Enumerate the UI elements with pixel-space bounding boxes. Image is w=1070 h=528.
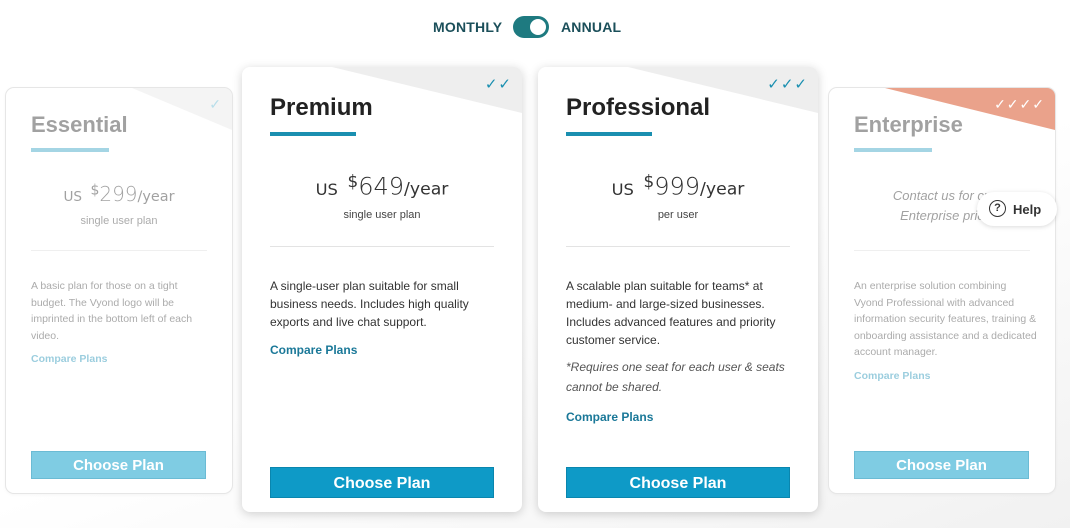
- title-underline: [31, 148, 109, 152]
- billing-period-switch[interactable]: [513, 16, 549, 38]
- price-subtitle: single user plan: [80, 215, 158, 227]
- price-period: /year: [700, 179, 745, 200]
- plan-card-premium: ✓✓ Premium US $649/year single user plan…: [242, 67, 522, 512]
- choose-plan-button[interactable]: Choose Plan: [270, 467, 494, 498]
- help-button[interactable]: ? Help: [977, 192, 1057, 226]
- toggle-label-monthly[interactable]: MONTHLY: [433, 19, 502, 35]
- switch-knob: [530, 19, 546, 35]
- compare-plans-link[interactable]: Compare Plans: [854, 370, 930, 382]
- billing-toggle-row: MONTHLY ANNUAL: [0, 14, 1070, 40]
- price-subtitle: single user plan: [343, 209, 421, 221]
- plan-description: A basic plan for those on a tight budget…: [31, 280, 193, 342]
- help-label: Help: [1013, 202, 1042, 217]
- question-circle-icon: ?: [989, 200, 1006, 217]
- choose-plan-button[interactable]: Choose Plan: [566, 467, 790, 498]
- plan-card-essential: ✓ Essential US $299/year single user pla…: [6, 88, 232, 493]
- divider: [566, 246, 790, 247]
- plan-card-enterprise: ✓✓✓✓ Enterprise Contact us for cu Enterp…: [829, 88, 1055, 493]
- tier-check-icons: ✓✓✓✓: [994, 96, 1045, 112]
- title-underline: [854, 148, 932, 152]
- title-underline: [270, 132, 356, 136]
- plan-price: US $299/year: [6, 182, 232, 206]
- price-subtitle: per user: [657, 209, 699, 221]
- divider: [270, 246, 494, 247]
- tier-check-icons: ✓✓: [484, 76, 512, 93]
- price-period: /year: [404, 179, 449, 200]
- price-currency: US: [63, 189, 83, 205]
- plan-description: A single-user plan suitable for small bu…: [270, 279, 469, 329]
- compare-plans-link[interactable]: Compare Plans: [270, 343, 357, 357]
- price-amount: 999: [654, 172, 701, 201]
- choose-plan-button[interactable]: Choose Plan: [31, 451, 206, 479]
- price-currency: US: [611, 179, 634, 199]
- price-currency: US: [315, 179, 338, 199]
- choose-plan-button[interactable]: Choose Plan: [854, 451, 1029, 479]
- plan-title: Professional: [566, 94, 711, 121]
- divider: [854, 250, 1030, 251]
- plan-title: Essential: [31, 112, 128, 137]
- compare-plans-link[interactable]: Compare Plans: [566, 410, 653, 424]
- price-symbol: $: [347, 171, 359, 191]
- plan-description: An enterprise solution combining Vyond P…: [854, 280, 1037, 358]
- title-underline: [566, 132, 652, 136]
- divider: [31, 250, 207, 251]
- plan-title: Enterprise: [854, 112, 963, 137]
- price-amount: 649: [358, 172, 405, 201]
- plan-card-professional: ✓✓✓ Professional US $999/year per user A…: [538, 67, 818, 512]
- tier-check-icons: ✓: [209, 96, 222, 112]
- plan-price: US $999/year: [538, 171, 818, 201]
- compare-plans-link[interactable]: Compare Plans: [31, 353, 107, 365]
- plan-title: Premium: [270, 94, 373, 121]
- plan-seat-note: *Requires one seat for each user & seats…: [566, 360, 785, 394]
- plan-price: US $649/year: [242, 171, 522, 201]
- price-period: /year: [137, 189, 175, 205]
- plan-description: A scalable plan suitable for teams* at m…: [566, 279, 776, 347]
- price-amount: 299: [99, 182, 138, 206]
- price-symbol: $: [643, 171, 655, 191]
- toggle-label-annual[interactable]: ANNUAL: [561, 19, 621, 35]
- tier-check-icons: ✓✓✓: [767, 76, 808, 93]
